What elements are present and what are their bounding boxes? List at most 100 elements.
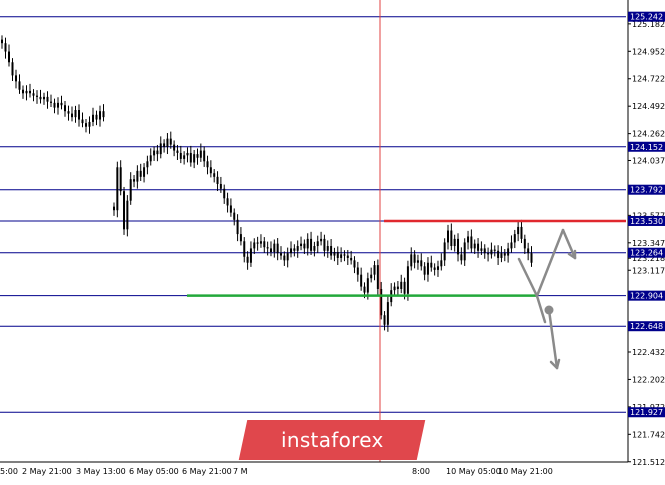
- candle-body: [403, 281, 406, 294]
- candle-body: [336, 251, 339, 258]
- candle-body: [520, 226, 523, 239]
- candle-body: [4, 43, 7, 52]
- candle-body: [503, 253, 506, 256]
- candle-body: [326, 246, 329, 251]
- candle-body: [43, 96, 45, 100]
- candle-body: [480, 248, 483, 251]
- candle-body: [396, 286, 399, 289]
- candle-body: [95, 114, 98, 120]
- candle-body: [186, 152, 189, 156]
- price-tick-label: 122.202: [632, 375, 665, 384]
- candle-body: [259, 241, 262, 244]
- candle-body: [413, 254, 416, 263]
- candle-body: [463, 242, 466, 261]
- level-label: 121.927: [630, 408, 663, 417]
- time-tick-label: 7 M: [233, 467, 248, 476]
- candle-body: [517, 226, 520, 235]
- price-tick-label: 124.037: [632, 156, 665, 165]
- candle-body: [53, 102, 56, 108]
- candle-body: [286, 253, 289, 261]
- candle-body: [296, 246, 299, 251]
- candle-body: [460, 254, 463, 261]
- candle-body: [507, 248, 510, 256]
- candle-body: [303, 243, 306, 249]
- candle-body: [146, 161, 149, 168]
- candle-body: [393, 286, 396, 291]
- candle-body: [310, 238, 313, 251]
- candle-body: [410, 254, 413, 267]
- candle-body: [269, 248, 272, 252]
- candle-body: [280, 253, 282, 256]
- level-label: 122.648: [630, 322, 663, 331]
- candle-body: [239, 234, 242, 242]
- level-label: 125.242: [630, 13, 663, 22]
- candle-body: [8, 51, 10, 63]
- candle-body: [226, 198, 229, 206]
- candle-body: [149, 155, 152, 162]
- candle-body: [356, 267, 359, 275]
- price-tick-label: 124.722: [632, 75, 665, 84]
- candle-body: [64, 105, 66, 112]
- level-label: 123.264: [630, 249, 663, 258]
- candle-body: [1, 39, 3, 44]
- candle-body: [189, 152, 192, 163]
- time-tick-label: 8:00: [412, 467, 430, 476]
- candle-body: [340, 254, 343, 258]
- candle-body: [283, 255, 286, 261]
- candle-body: [376, 265, 379, 289]
- candle-body: [493, 249, 496, 251]
- level-label: 123.530: [630, 217, 663, 226]
- candle-body: [500, 253, 503, 258]
- candle-body: [60, 102, 63, 106]
- candle-body: [353, 260, 356, 268]
- candle-body: [530, 253, 533, 263]
- candle-body: [373, 265, 376, 275]
- candle-body: [25, 90, 28, 94]
- candle-body: [423, 266, 426, 275]
- candle-body: [85, 123, 87, 127]
- candle-body: [88, 121, 91, 127]
- candle-body: [219, 183, 222, 189]
- candle-body: [370, 274, 373, 279]
- candle-body: [129, 179, 132, 201]
- candle-body: [29, 90, 31, 94]
- candle-body: [430, 262, 433, 268]
- time-tick-label: 2 May 21:00: [22, 467, 72, 476]
- candle-body: [346, 255, 349, 258]
- candle-body: [320, 238, 323, 242]
- level-label: 123.792: [630, 186, 663, 195]
- candle-body: [11, 62, 14, 76]
- candle-body: [143, 167, 146, 177]
- candle-body: [293, 248, 296, 251]
- candle-body: [490, 249, 493, 255]
- candle-body: [99, 111, 101, 120]
- time-tick-label: 6 May 21:00: [182, 467, 232, 476]
- candle-body: [36, 95, 38, 97]
- candle-body: [74, 110, 77, 118]
- candle-body: [159, 143, 162, 155]
- candle-body: [233, 212, 236, 220]
- candle-body: [246, 256, 249, 263]
- candle-body: [497, 250, 500, 258]
- price-tick-label: 122.432: [632, 348, 665, 357]
- price-tick-label: 123.347: [632, 239, 665, 248]
- candle-body: [166, 138, 169, 147]
- candle-body: [483, 248, 486, 254]
- candle-body: [333, 251, 336, 256]
- candle-body: [313, 246, 316, 251]
- candle-body: [383, 315, 386, 325]
- watermark-banner: instaforex: [238, 420, 426, 460]
- candle-body: [139, 170, 142, 177]
- time-tick-label: 5:00: [0, 467, 18, 476]
- candle-body: [116, 167, 119, 211]
- candle-body: [433, 267, 436, 270]
- candle-body: [323, 238, 326, 251]
- candle-body: [290, 248, 293, 254]
- time-tick-label: 3 May 13:00: [76, 467, 126, 476]
- candle-body: [273, 243, 276, 252]
- candle-body: [78, 110, 80, 120]
- candle-body: [193, 154, 196, 163]
- candle-body: [92, 114, 94, 122]
- chart: 125.182 124.952 124.722 124.492 124.262 124.0…: [0, 0, 665, 481]
- candle-body: [523, 238, 526, 249]
